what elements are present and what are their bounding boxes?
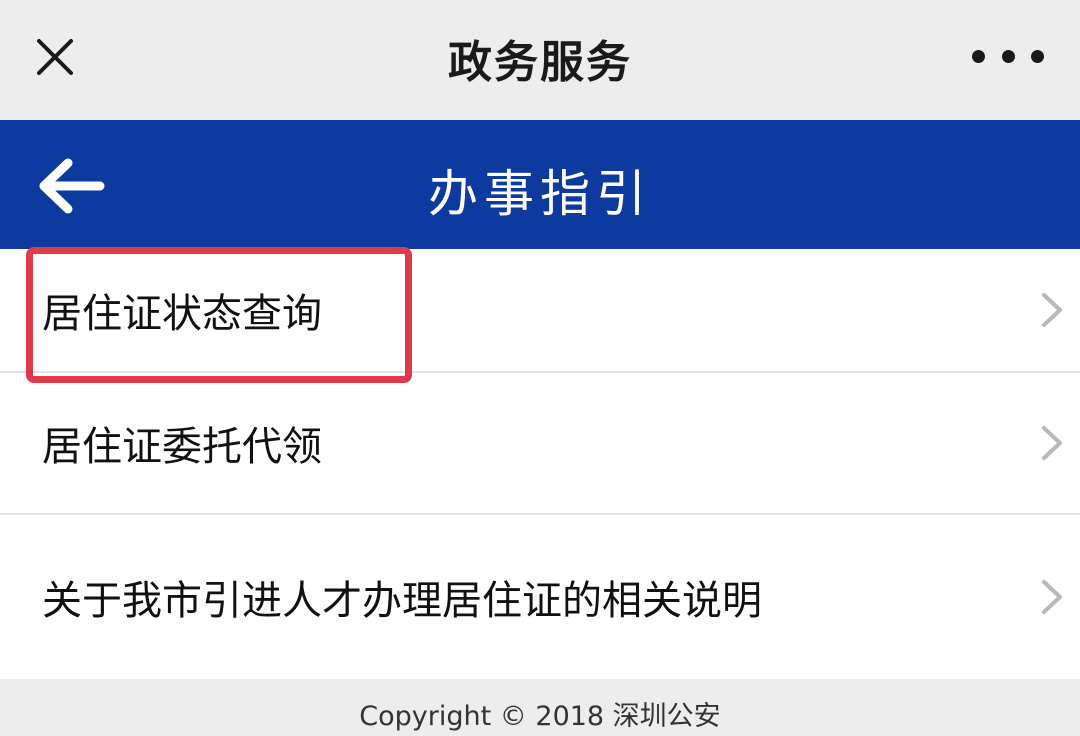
nav-title: 办事指引 [428,165,652,223]
chevron-right-icon [1042,426,1062,460]
more-dot [1031,49,1044,63]
page-title: 政务服务 [448,37,632,88]
more-button[interactable] [972,38,1044,74]
list-item-residence-status-query[interactable]: 居住证状态查询 [0,247,1080,383]
list-item-residence-proxy-pickup[interactable]: 居住证委托代领 [0,373,1080,515]
more-dot [1001,49,1015,63]
chevron-right-icon [1042,293,1062,327]
top-bar: 政务服务 [0,0,1080,120]
list-item-label: 关于我市引进人才办理居住证的相关说明 [42,578,762,624]
list-item-label: 居住证委托代领 [42,424,322,470]
guide-list: 居住证状态查询 居住证委托代领 关于我市引进人才办理居住证的相关说明 [0,247,1080,679]
list-item-label: 居住证状态查询 [42,291,322,337]
nav-bar: 办事指引 [0,120,1080,249]
more-dot [972,49,985,63]
copyright-footer: Copyright © 2018 深圳公安 [359,701,721,732]
chevron-right-icon [1042,580,1062,614]
list-item-talent-residence-notes[interactable]: 关于我市引进人才办理居住证的相关说明 [0,515,1080,679]
